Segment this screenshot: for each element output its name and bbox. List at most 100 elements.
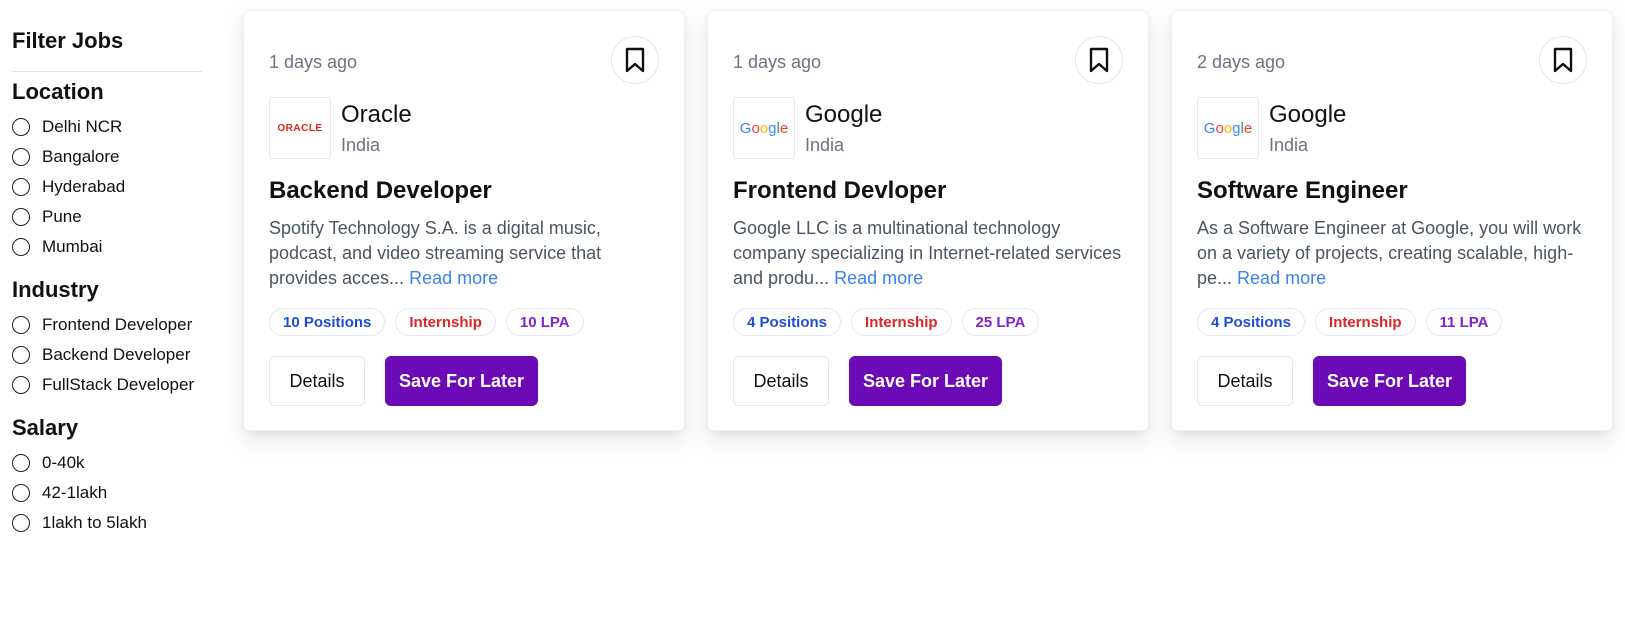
company-info: Google Google India [733,97,882,159]
radio-option-bangalore[interactable]: Bangalore [12,142,202,172]
posted-date: 2 days ago [1197,52,1286,72]
divider [12,71,202,72]
description-text: Google LLC is a multinational technology… [733,218,1122,288]
radio-label: Hyderabad [42,177,126,196]
positions-badge: 4 Positions [1197,308,1306,336]
job-card: 2 days ago Google Google India Software … [1171,10,1613,431]
bookmark-button[interactable] [1075,36,1123,84]
posted-date: 1 days ago [269,52,358,72]
radio-option-0-40k[interactable]: 0-40k [12,448,202,478]
radio-icon[interactable] [12,238,30,256]
filter-group-industry: Industry Frontend Developer Backend Deve… [12,276,202,400]
save-for-later-button[interactable]: Save For Later [1313,356,1466,406]
job-tags: 10 Positions Internship 10 LPA [269,308,584,336]
save-for-later-button[interactable]: Save For Later [849,356,1002,406]
bookmark-button[interactable] [1539,36,1587,84]
radio-option-hyderabad[interactable]: Hyderabad [12,172,202,202]
bookmark-button[interactable] [611,36,659,84]
radio-icon[interactable] [12,346,30,364]
details-button[interactable]: Details [1197,356,1293,406]
google-logo: Google [739,119,789,137]
radio-option-fullstack-developer[interactable]: FullStack Developer [12,370,202,400]
radio-label: Frontend Developer [42,315,193,334]
radio-icon[interactable] [12,118,30,136]
company-name: Google [805,101,883,128]
card-actions: Details Save For Later [733,356,1002,406]
company-name: Oracle [341,101,412,128]
radio-icon[interactable] [12,514,30,532]
radio-label: Backend Developer [42,345,191,364]
radio-label: Delhi NCR [42,117,123,136]
company-location: India [805,135,845,155]
job-type-badge: Internship [1315,308,1416,336]
salary-badge: 10 LPA [505,308,584,336]
radio-icon[interactable] [12,484,30,502]
filter-title: Filter Jobs [12,28,124,53]
company-logo: Google [1197,97,1259,159]
job-type-badge: Internship [395,308,496,336]
radio-label: FullStack Developer [42,375,195,394]
filter-group-title: Industry [12,277,99,302]
bookmark-icon [625,47,645,73]
radio-icon[interactable] [12,454,30,472]
save-for-later-button[interactable]: Save For Later [385,356,538,406]
radio-icon[interactable] [12,178,30,196]
job-description: Google LLC is a multinational technology… [733,216,1125,291]
radio-label: Pune [42,207,82,226]
radio-option-pune[interactable]: Pune [12,202,202,232]
details-button[interactable]: Details [269,356,365,406]
job-description: Spotify Technology S.A. is a digital mus… [269,216,661,291]
company-info: Google Google India [1197,97,1346,159]
radio-icon[interactable] [12,208,30,226]
company-logo: ORACLE [269,97,331,159]
radio-option-1lakh-to-5lakh[interactable]: 1lakh to 5lakh [12,508,202,538]
job-tags: 4 Positions Internship 25 LPA [733,308,1040,336]
filter-group-salary: Salary 0-40k 42-1lakh 1lakh to 5lakh [12,414,202,538]
radio-option-42-1lakh[interactable]: 42-1lakh [12,478,202,508]
job-type-badge: Internship [851,308,952,336]
bookmark-icon [1089,47,1109,73]
salary-badge: 25 LPA [961,308,1040,336]
filter-group-title: Location [12,79,104,104]
read-more-link[interactable]: Read more [1237,268,1326,288]
job-card: 1 days ago ORACLE Oracle India Backend D… [243,10,685,431]
company-name: Google [1269,101,1347,128]
radio-icon[interactable] [12,376,30,394]
radio-icon[interactable] [12,148,30,166]
bookmark-icon [1553,47,1573,73]
radio-option-mumbai[interactable]: Mumbai [12,232,202,262]
posted-date: 1 days ago [733,52,822,72]
company-logo: Google [733,97,795,159]
google-logo: Google [1203,119,1253,137]
radio-label: 1lakh to 5lakh [42,513,147,532]
card-actions: Details Save For Later [269,356,538,406]
read-more-link[interactable]: Read more [409,268,498,288]
company-info: ORACLE Oracle India [269,97,412,159]
company-location: India [341,135,381,155]
positions-badge: 10 Positions [269,308,386,336]
radio-label: 0-40k [42,453,85,472]
job-title: Frontend Devloper [733,177,947,204]
salary-badge: 11 LPA [1425,308,1503,336]
radio-label: Mumbai [42,237,103,256]
oracle-logo: ORACLE [277,122,323,134]
filter-group-location: Location Delhi NCR Bangalore Hyderabad P… [12,78,202,262]
radio-option-backend-developer[interactable]: Backend Developer [12,340,202,370]
job-tags: 4 Positions Internship 11 LPA [1197,308,1503,336]
radio-option-delhi-ncr[interactable]: Delhi NCR [12,112,202,142]
radio-option-frontend-developer[interactable]: Frontend Developer [12,310,202,340]
filter-sidebar: Filter Jobs Location Delhi NCR Bangalore… [12,27,202,552]
filter-group-title: Salary [12,415,79,440]
read-more-link[interactable]: Read more [834,268,923,288]
radio-label: 42-1lakh [42,483,108,502]
card-actions: Details Save For Later [1197,356,1466,406]
radio-label: Bangalore [42,147,120,166]
company-location: India [1269,135,1309,155]
positions-badge: 4 Positions [733,308,842,336]
radio-icon[interactable] [12,316,30,334]
job-title: Backend Developer [269,177,492,204]
job-card: 1 days ago Google Google India Frontend … [707,10,1149,431]
job-card-list: 1 days ago ORACLE Oracle India Backend D… [243,10,1613,431]
details-button[interactable]: Details [733,356,829,406]
job-title: Software Engineer [1197,177,1408,204]
